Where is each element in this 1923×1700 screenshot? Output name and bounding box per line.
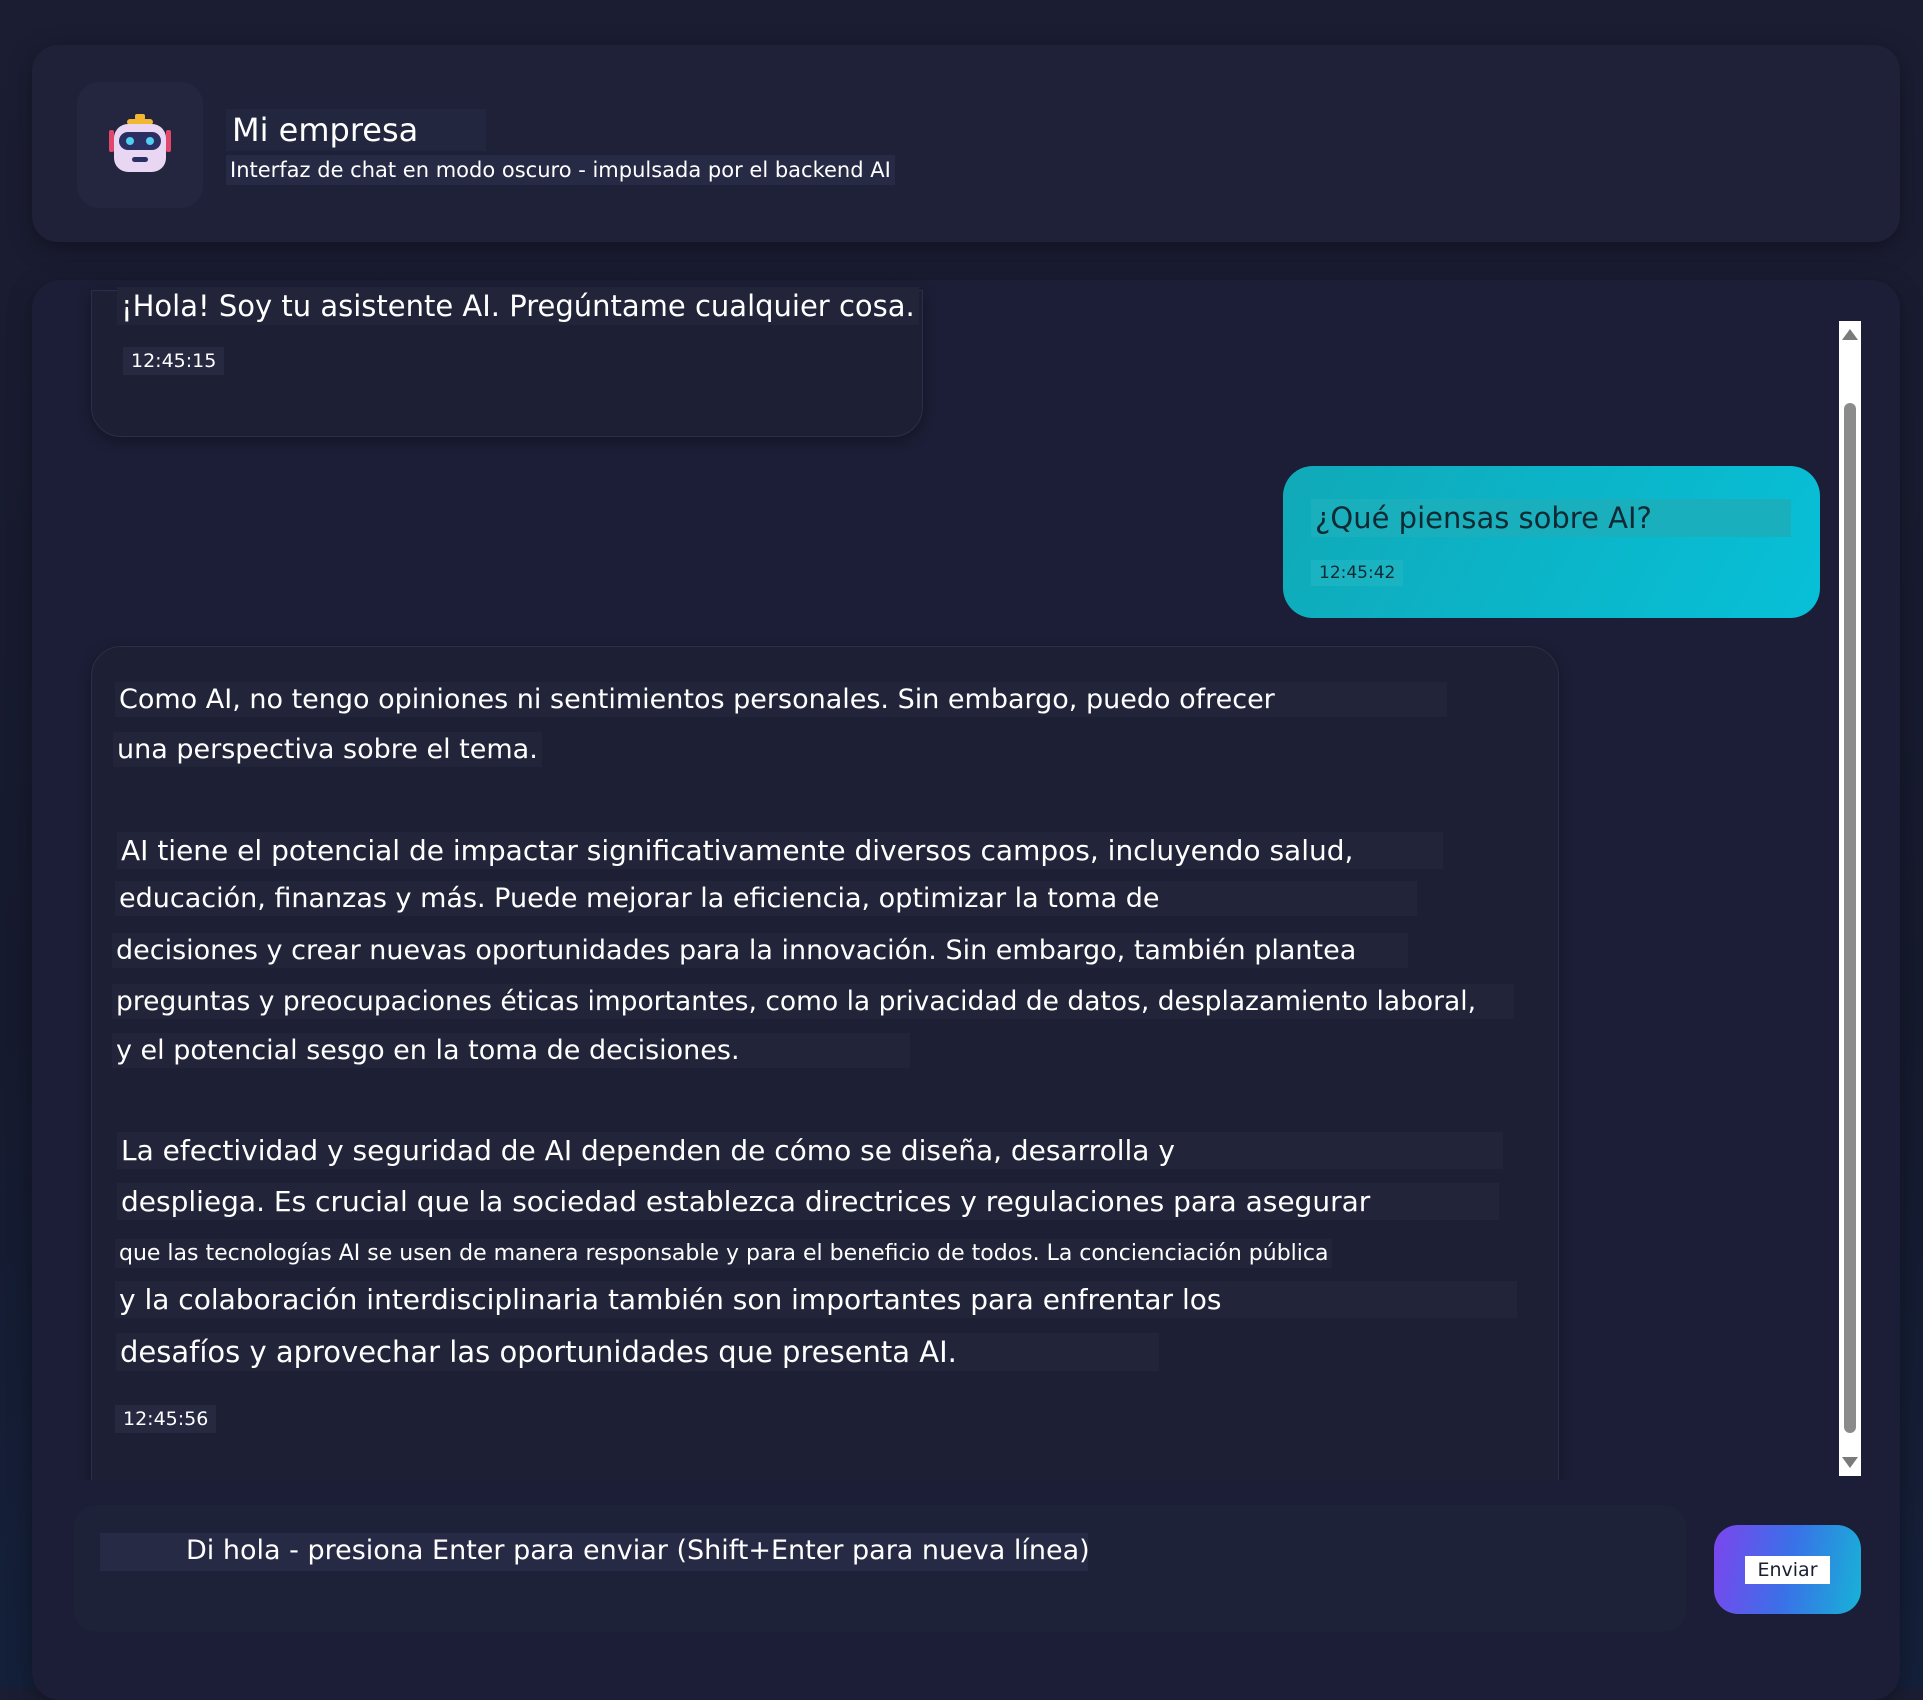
- message-input[interactable]: Di hola - presiona Enter para enviar (Sh…: [100, 1533, 1090, 1571]
- message-text: y el potencial sesgo en la toma de decis…: [112, 1033, 910, 1068]
- message-text: ¡Hola! Soy tu asistente AI. Pregúntame c…: [117, 287, 919, 325]
- scrollbar-thumb[interactable]: [1844, 403, 1856, 1433]
- message-list-scrollbar[interactable]: [1839, 321, 1861, 1476]
- scroll-up-arrow-icon[interactable]: [1842, 329, 1858, 340]
- send-button-label: Enviar: [1745, 1555, 1830, 1584]
- message-text: que las tecnologías AI se usen de manera…: [115, 1239, 1333, 1268]
- assistant-message: Como AI, no tengo opiniones ni sentimien…: [91, 646, 1559, 1480]
- send-button[interactable]: Enviar: [1714, 1525, 1861, 1614]
- message-text: preguntas y preocupaciones éticas import…: [112, 984, 1514, 1019]
- message-text: ¿Qué piensas sobre AI?: [1311, 499, 1791, 537]
- message-text: despliega. Es crucial que la sociedad es…: [117, 1183, 1499, 1220]
- message-timestamp: 12:45:56: [115, 1405, 217, 1433]
- message-text: educación, finanzas y más. Puede mejorar…: [115, 881, 1417, 916]
- user-message: ¿Qué piensas sobre AI? 12:45:42: [1283, 466, 1820, 618]
- message-text: y la colaboración interdisciplinaria tam…: [115, 1281, 1517, 1318]
- message-text: decisiones y crear nuevas oportunidades …: [112, 933, 1408, 968]
- message-text: La efectividad y seguridad de AI depende…: [117, 1132, 1503, 1169]
- scroll-down-arrow-icon[interactable]: [1842, 1457, 1858, 1468]
- message-text: desafíos y aprovechar las oportunidades …: [116, 1333, 1159, 1371]
- message-list[interactable]: ¡Hola! Soy tu asistente AI. Pregúntame c…: [0, 40, 1820, 1480]
- message-timestamp: 12:45:15: [123, 347, 225, 375]
- assistant-message: ¡Hola! Soy tu asistente AI. Pregúntame c…: [91, 287, 923, 437]
- message-text: una perspectiva sobre el tema.: [113, 732, 542, 767]
- message-text: Como AI, no tengo opiniones ni sentimien…: [115, 682, 1447, 717]
- message-input-container[interactable]: Di hola - presiona Enter para enviar (Sh…: [74, 1505, 1686, 1632]
- message-text: AI tiene el potencial de impactar signif…: [117, 832, 1443, 869]
- message-timestamp: 12:45:42: [1311, 560, 1404, 586]
